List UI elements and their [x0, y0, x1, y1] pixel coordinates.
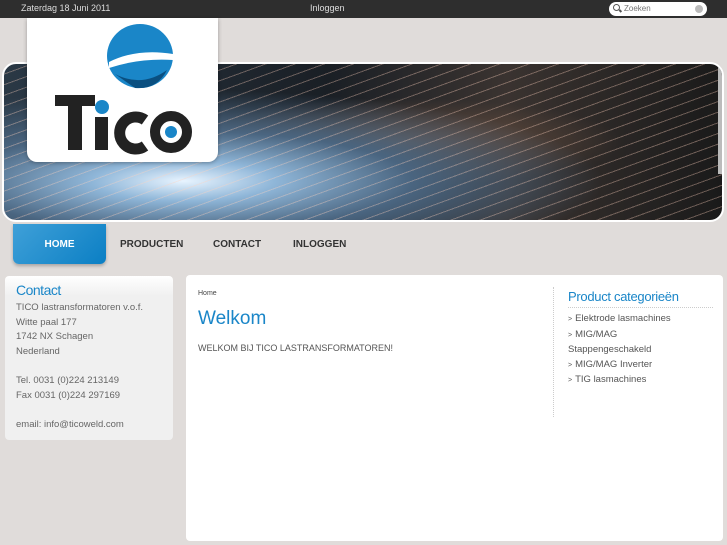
arrow-icon: > [568, 377, 573, 384]
fax: Fax 0031 (0)224 297169 [16, 389, 121, 401]
category-item: > MIG/MAG Stappengeschakeld [568, 328, 713, 358]
intro-text: WELKOM BIJ TICO LASTRANSFORMATOREN! [198, 343, 394, 353]
category-link[interactable]: Elektrode lasmachines [575, 313, 671, 324]
search-input[interactable] [624, 3, 689, 14]
category-link[interactable]: TIG lasmachines [575, 374, 646, 385]
tico-logo[interactable] [27, 18, 218, 162]
nav-inloggen[interactable]: INLOGGEN [293, 224, 346, 264]
login-link[interactable]: Inloggen [310, 3, 345, 13]
arrow-icon: > [568, 331, 573, 339]
category-link-continued[interactable]: Stappengeschakeld [568, 344, 651, 355]
company-name: TICO lastransformatoren v.o.f. [16, 302, 144, 313]
nav-contact[interactable]: CONTACT [213, 224, 261, 264]
arrow-icon: > [568, 316, 573, 323]
category-link[interactable]: MIG/MAG [575, 329, 617, 340]
arrow-icon: > [568, 361, 573, 369]
contact-panel: Contact TICO lastransformatoren v.o.f. W… [5, 276, 173, 440]
clear-icon[interactable] [695, 5, 703, 13]
product-categories: Product categorieën > Elektrode lasmachin… [553, 287, 713, 417]
contact-title: Contact [16, 282, 61, 298]
address-city: 1742 NX Schagen [16, 331, 94, 343]
nav-producten[interactable]: PRODUCTEN [120, 224, 183, 264]
main-content: Home Welkom WELKOM BIJ TICO LASTRANSFORM… [186, 275, 723, 541]
page-title: Welkom [198, 308, 267, 329]
nav-home[interactable]: HOME [13, 224, 106, 264]
category-item: > TIG lasmachines [568, 373, 713, 389]
category-item: > MIG/MAG Inverter [568, 358, 713, 374]
category-item: > Elektrode lasmachines [568, 312, 713, 328]
top-bar: Zaterdag 18 Juni 2011 Inloggen [0, 0, 727, 18]
categories-title: Product categorieën [568, 287, 713, 308]
scrollbar[interactable] [718, 64, 722, 174]
category-link[interactable]: MIG/MAG Inverter [575, 359, 652, 370]
date-text: Zaterdag 18 Juni 2011 [21, 3, 111, 13]
search-box[interactable] [609, 2, 707, 16]
email: email: info@ticoweld.com [16, 418, 124, 430]
address-street: Witte paal 177 [16, 316, 77, 328]
breadcrumb-home[interactable]: Home [198, 290, 217, 297]
address-country: Nederland [16, 345, 60, 357]
phone: Tel. 0031 (0)224 213149 [16, 374, 119, 386]
search-icon [613, 4, 620, 11]
